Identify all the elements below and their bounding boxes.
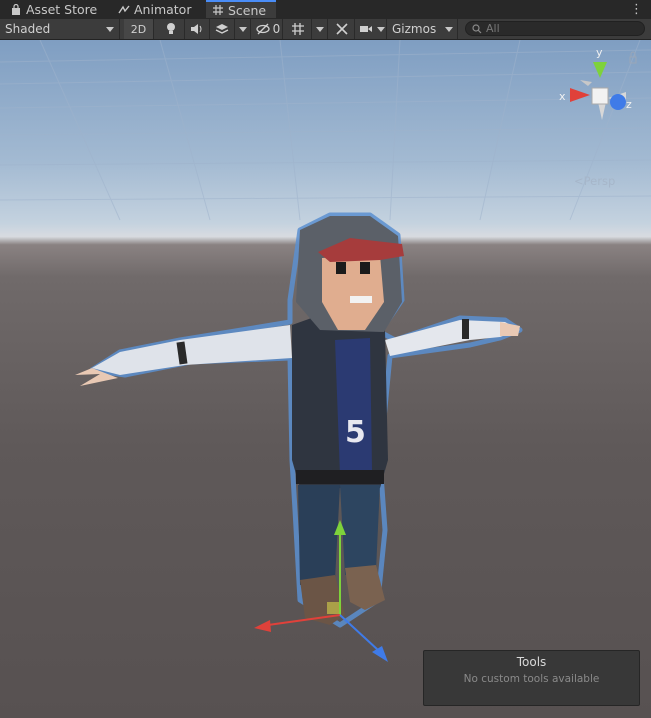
sky-grid (0, 40, 651, 221)
orientation-z-cone[interactable] (610, 94, 626, 110)
move-gizmo-x-arrow[interactable] (254, 620, 271, 632)
lock-icon[interactable] (629, 51, 637, 64)
orientation-y-cone[interactable] (593, 62, 607, 78)
move-gizmo-z-axis[interactable] (339, 614, 379, 651)
shopping-bag-icon (12, 3, 20, 15)
right-leg (340, 485, 380, 575)
tools-overlay-title: Tools (516, 655, 547, 669)
scene-toolbar: Shaded 2D 0 Gizmos All (0, 19, 651, 40)
character-model[interactable]: 5 (75, 212, 523, 628)
right-cuff (462, 319, 469, 339)
shirt (335, 338, 372, 475)
left-leg (298, 485, 340, 585)
orientation-z-label: z (626, 98, 632, 111)
hidden-objects-toggle[interactable]: 0 (253, 19, 283, 39)
shading-mode-label: Shaded (5, 22, 51, 36)
orientation-x-cone[interactable] (570, 88, 590, 102)
belt (296, 470, 384, 484)
tab-asset-store[interactable]: Asset Store (4, 0, 103, 19)
grid-icon (213, 5, 223, 15)
chevron-down-icon (238, 26, 247, 32)
tab-asset-store-label: Asset Store (26, 2, 98, 17)
speaker-icon (191, 24, 202, 34)
audio-toggle[interactable] (185, 19, 210, 39)
orientation-x-label: x (559, 90, 566, 103)
scene-canvas: 5 y x z (0, 40, 651, 662)
eye-hidden-icon (256, 23, 270, 35)
camera-icon (359, 26, 372, 32)
wrench-icon (336, 23, 348, 35)
chevron-down-icon (315, 26, 324, 32)
right-eye (360, 262, 370, 274)
scene-viewport[interactable]: 5 y x z <Persp (0, 40, 651, 718)
effects-dropdown[interactable] (235, 19, 251, 39)
effects-toggle[interactable] (210, 19, 235, 39)
chevron-down-icon (106, 26, 114, 32)
chevron-down-icon (376, 26, 385, 32)
scene-search-input[interactable]: All (465, 21, 645, 36)
shirt-number: 5 (345, 415, 366, 450)
animator-icon (118, 5, 130, 13)
orientation-neg-y-cone[interactable] (598, 102, 606, 120)
camera-settings-dropdown[interactable] (357, 19, 387, 39)
shading-mode-dropdown[interactable]: Shaded (0, 19, 120, 39)
move-gizmo-z-arrow[interactable] (372, 646, 388, 662)
tools-overlay-message: No custom tools available (463, 673, 600, 685)
orientation-gizmo[interactable]: y x z (559, 46, 637, 120)
hidden-objects-count: 0 (272, 22, 281, 36)
tab-scene-label: Scene (228, 2, 267, 18)
search-icon (472, 23, 482, 33)
chevron-left-icon: < (574, 174, 584, 188)
projection-toggle[interactable]: <Persp (574, 174, 615, 188)
projection-label: Persp (583, 174, 616, 188)
mouth (350, 296, 372, 303)
more-options-icon[interactable]: ⋮ (630, 2, 643, 17)
gizmos-label: Gizmos (392, 22, 437, 36)
tools-toggle[interactable] (330, 19, 355, 39)
tab-animator[interactable]: Animator (112, 0, 197, 19)
grid-toggle[interactable] (284, 19, 312, 39)
move-gizmo-plane-handle[interactable] (327, 602, 339, 614)
toggle-2d-label: 2D (130, 22, 147, 36)
tab-animator-label: Animator (134, 2, 192, 17)
tab-scene[interactable]: Scene (206, 0, 276, 18)
gizmos-dropdown[interactable]: Gizmos (388, 19, 458, 39)
grid-snap-icon (291, 23, 304, 35)
tab-bar: Asset Store Animator Scene ⋮ (0, 0, 651, 20)
left-eye (336, 262, 346, 274)
search-placeholder: All (486, 22, 500, 35)
toggle-2d-button[interactable]: 2D (124, 19, 154, 39)
lightbulb-icon (167, 23, 175, 34)
layers-icon (215, 24, 229, 34)
tools-overlay: Tools No custom tools available (423, 650, 640, 706)
chevron-down-icon (445, 26, 453, 32)
orientation-y-label: y (596, 46, 603, 59)
orientation-neg-z-cone[interactable] (580, 80, 592, 86)
lighting-toggle[interactable] (158, 19, 185, 39)
grid-dropdown[interactable] (312, 19, 328, 39)
right-hand (500, 322, 520, 336)
orientation-center-cube[interactable] (591, 87, 609, 105)
